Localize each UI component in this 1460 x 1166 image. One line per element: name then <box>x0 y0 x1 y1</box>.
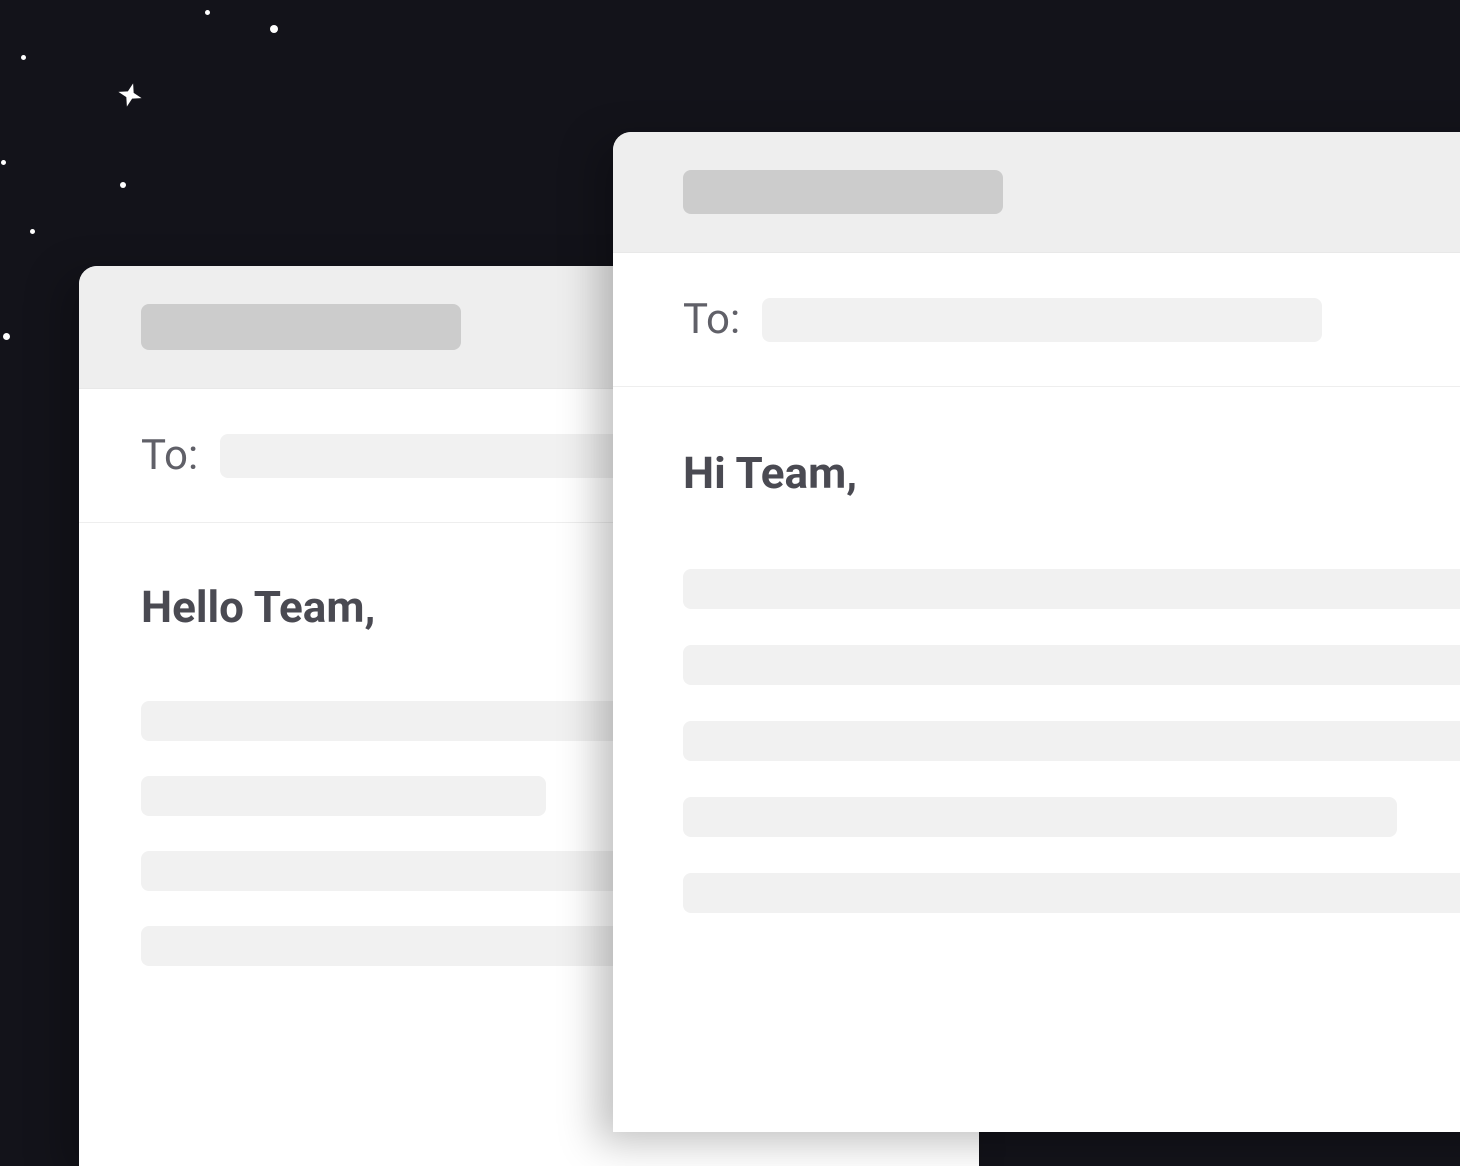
star-decoration <box>270 25 278 33</box>
body-line-placeholder <box>683 797 1397 837</box>
star-decoration <box>1 160 6 165</box>
subject-placeholder[interactable] <box>141 304 461 350</box>
email-header <box>613 132 1460 253</box>
email-body[interactable]: Hi Team, <box>613 387 1460 989</box>
star-decoration <box>21 55 26 60</box>
subject-placeholder[interactable] <box>683 170 1003 214</box>
star-decoration <box>3 333 10 340</box>
greeting-text: Hi Team, <box>683 447 1460 499</box>
body-line-placeholder <box>683 569 1460 609</box>
body-line-placeholder <box>683 645 1460 685</box>
star-decoration <box>205 10 210 15</box>
body-line-placeholder <box>141 776 546 816</box>
email-compose-window-front: To: Hi Team, <box>613 132 1460 1132</box>
to-label: To: <box>683 295 740 344</box>
body-line-placeholder <box>683 873 1460 913</box>
body-line-placeholder <box>683 721 1460 761</box>
star-decoration <box>120 182 126 188</box>
to-label: To: <box>141 431 198 480</box>
to-section: To: <box>613 253 1460 387</box>
to-input-placeholder[interactable] <box>762 298 1322 342</box>
star-decoration <box>30 229 35 234</box>
sparkle-icon <box>115 80 145 110</box>
